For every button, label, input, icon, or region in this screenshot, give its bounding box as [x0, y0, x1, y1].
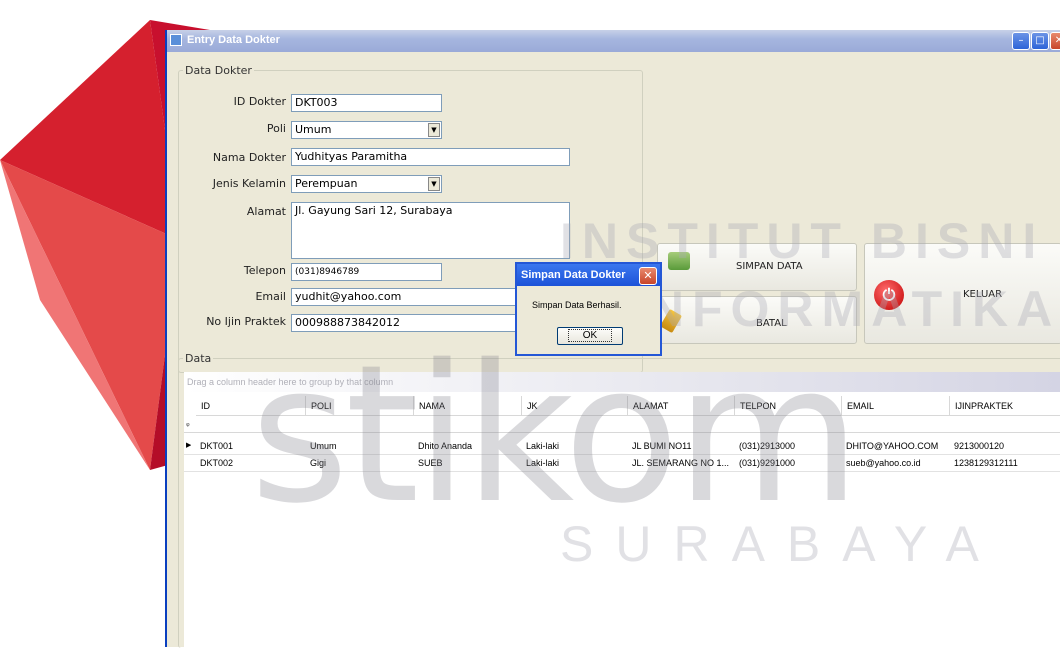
batal-label: BATAL: [756, 318, 787, 329]
cell-telpon[interactable]: (031)2913000: [739, 441, 839, 451]
dialog-title: Simpan Data Dokter: [521, 269, 626, 281]
email-input[interactable]: yudhit@yahoo.com: [291, 288, 517, 306]
no-ijin-praktek-input[interactable]: 000988873842012: [291, 314, 517, 332]
cell-nama[interactable]: SUEB: [418, 458, 518, 468]
cell-ijinpraktek[interactable]: 1238129312111: [954, 458, 1058, 468]
jenis-kelamin-select[interactable]: Perempuan ▼: [291, 175, 442, 193]
row-indicator-icon: ▶: [186, 442, 192, 449]
simpan-data-label: SIMPAN DATA: [736, 261, 803, 272]
nama-dokter-label: Nama Dokter: [212, 151, 286, 164]
column-header-alamat[interactable]: ALAMAT: [628, 396, 735, 416]
keluar-label: KELUAR: [963, 289, 1003, 300]
cell-alamat[interactable]: JL BUMI NO11: [632, 441, 732, 451]
group-by-panel[interactable]: Drag a column header here to group by th…: [184, 372, 1060, 392]
cell-email[interactable]: sueb@yahoo.co.id: [846, 458, 948, 468]
cell-email[interactable]: DHITO@YAHOO.COM: [846, 441, 948, 451]
filter-icon[interactable]: ᵩ: [186, 419, 190, 429]
id-dokter-input[interactable]: DKT003: [291, 94, 442, 112]
filter-row[interactable]: ᵩ: [184, 416, 1060, 433]
cell-jk[interactable]: Laki-laki: [526, 441, 626, 451]
column-header-email[interactable]: EMAIL: [842, 396, 950, 416]
cell-jk[interactable]: Laki-laki: [526, 458, 626, 468]
jenis-kelamin-label: Jenis Kelamin: [212, 177, 286, 190]
jenis-kelamin-value: Perempuan: [295, 177, 358, 190]
app-icon: [170, 34, 182, 46]
keluar-button[interactable]: ⏻ KELUAR: [864, 243, 1060, 344]
cell-poli[interactable]: Umum: [310, 441, 410, 451]
dialog-title-bar[interactable]: Simpan Data Dokter ✕: [517, 264, 660, 286]
dialog-message: Simpan Data Berhasil.: [532, 300, 622, 310]
column-header-nama[interactable]: NAMA: [414, 396, 522, 416]
table-row[interactable]: ▶ DKT001 Umum Dhito Ananda Laki-laki JL …: [184, 438, 1060, 455]
maximize-icon[interactable]: □: [1031, 32, 1049, 50]
batal-button[interactable]: BATAL: [657, 296, 857, 344]
poli-select[interactable]: Umum ▼: [291, 121, 442, 139]
simpan-data-button[interactable]: SIMPAN DATA: [657, 243, 857, 291]
email-label: Email: [255, 290, 286, 303]
data-grid[interactable]: Drag a column header here to group by th…: [184, 372, 1060, 647]
title-bar[interactable]: Entry Data Dokter – □ ✕: [167, 30, 1060, 52]
power-icon: ⏻: [874, 280, 904, 310]
cell-id[interactable]: DKT002: [200, 458, 300, 468]
no-ijin-praktek-label: No Ijin Praktek: [206, 315, 286, 328]
data-dokter-legend: Data Dokter: [185, 64, 252, 77]
data-legend: Data: [185, 352, 212, 365]
column-header-ijinpraktek[interactable]: IJINPRAKTEK: [950, 396, 1060, 416]
close-icon[interactable]: ✕: [1050, 32, 1060, 50]
simpan-data-dialog: Simpan Data Dokter ✕ Simpan Data Berhasi…: [515, 262, 662, 356]
column-header-jk[interactable]: JK: [522, 396, 628, 416]
table-row[interactable]: DKT002 Gigi SUEB Laki-laki JL. SEMARANG …: [184, 455, 1060, 472]
chevron-down-icon[interactable]: ▼: [428, 177, 440, 191]
cell-id[interactable]: DKT001: [200, 441, 300, 451]
nama-dokter-input[interactable]: Yudhityas Paramitha: [291, 148, 570, 166]
cell-ijinpraktek[interactable]: 9213000120: [954, 441, 1058, 451]
poli-label: Poli: [266, 122, 286, 135]
telepon-input[interactable]: (031)8946789: [291, 263, 442, 281]
close-icon[interactable]: ✕: [639, 267, 657, 285]
ok-label: OK: [567, 329, 613, 342]
alamat-textarea[interactable]: Jl. Gayung Sari 12, Surabaya: [291, 202, 570, 259]
column-header-telpon[interactable]: TELPON: [735, 396, 842, 416]
window-title: Entry Data Dokter: [187, 34, 280, 46]
ok-button[interactable]: OK: [557, 327, 623, 345]
alamat-label: Alamat: [246, 205, 286, 218]
group-by-hint: Drag a column header here to group by th…: [187, 377, 394, 387]
cell-poli[interactable]: Gigi: [310, 458, 410, 468]
cell-telpon[interactable]: (031)9291000: [739, 458, 839, 468]
cell-nama[interactable]: Dhito Ananda: [418, 441, 518, 451]
column-header-id[interactable]: ID: [196, 396, 306, 416]
id-dokter-label: ID Dokter: [233, 95, 286, 108]
broom-icon: [659, 308, 683, 334]
column-header-poli[interactable]: POLI: [306, 396, 414, 416]
chevron-down-icon[interactable]: ▼: [428, 123, 440, 137]
minimize-icon[interactable]: –: [1012, 32, 1030, 50]
save-icon: [668, 252, 690, 270]
poli-select-value: Umum: [295, 123, 332, 136]
cell-alamat[interactable]: JL. SEMARANG NO 1...: [632, 458, 736, 468]
telepon-label: Telepon: [243, 264, 286, 277]
